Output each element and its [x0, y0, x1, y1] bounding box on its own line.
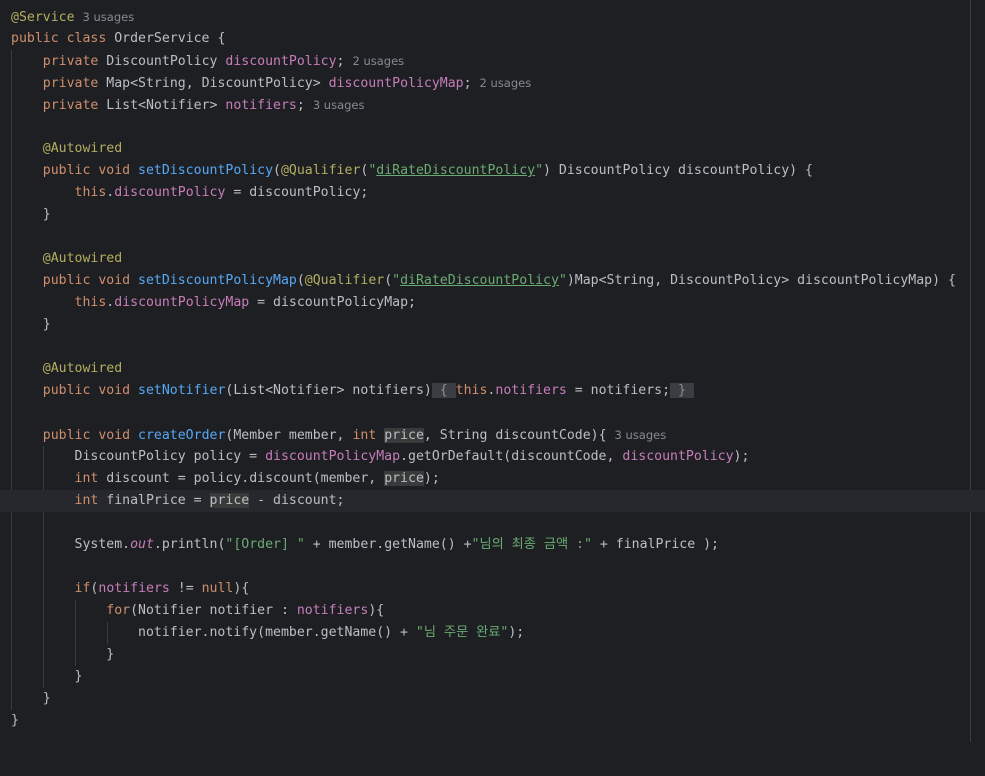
qualifier-annotation: @Qualifier: [304, 273, 385, 288]
code-line[interactable]: }: [0, 204, 985, 226]
service-annotation: @Service: [11, 10, 75, 25]
code-line[interactable]: public void setDiscountPolicy(@Qualifier…: [0, 160, 985, 182]
code-line[interactable]: this.discountPolicy = discountPolicy;: [0, 182, 985, 204]
field-ref: notifiers: [98, 581, 170, 596]
code-line[interactable]: }: [0, 710, 985, 732]
code-line[interactable]: notifier.notify(member.getName() + "님 주문…: [0, 622, 985, 644]
usages-hint[interactable]: 2 usages: [480, 76, 532, 90]
qualifier-annotation: @Qualifier: [280, 163, 361, 178]
usages-hint[interactable]: 2 usages: [353, 54, 405, 68]
code-line[interactable]: System.out.println("[Order] " + member.g…: [0, 534, 985, 556]
qualifier-value-link[interactable]: diRateDiscountPolicy: [400, 273, 559, 288]
usages-hint[interactable]: 3 usages: [83, 10, 135, 24]
code-line[interactable]: }: [0, 666, 985, 688]
autowired-annotation: @Autowired: [42, 141, 123, 156]
method-set-discount-policy: setDiscountPolicy: [138, 163, 274, 178]
autowired-annotation: @Autowired: [42, 251, 123, 266]
code-line[interactable]: public void setNotifier(List<Notifier> n…: [0, 380, 985, 402]
system-out: out: [130, 537, 154, 552]
notify-message-string: "님 주문 완료": [415, 625, 509, 640]
code-line[interactable]: }: [0, 644, 985, 666]
code-line[interactable]: @Autowired: [0, 138, 985, 160]
code-line[interactable]: }: [0, 314, 985, 336]
class-name: OrderService: [114, 31, 210, 46]
usages-hint[interactable]: 3 usages: [615, 428, 667, 442]
usages-hint[interactable]: 3 usages: [313, 98, 365, 112]
autowired-annotation: @Autowired: [42, 361, 123, 376]
code-line[interactable]: private Map<String, DiscountPolicy> disc…: [0, 72, 985, 94]
field-ref: discountPolicy: [622, 449, 734, 464]
code-line[interactable]: }: [0, 688, 985, 710]
print-message-string: "님의 최종 금액 :": [471, 537, 592, 552]
print-prefix-string: "[Order] ": [225, 537, 305, 552]
code-line[interactable]: public void setDiscountPolicyMap(@Qualif…: [0, 270, 985, 292]
code-line[interactable]: int discount = policy.discount(member, p…: [0, 468, 985, 490]
code-line[interactable]: private DiscountPolicy discountPolicy; 2 …: [0, 50, 985, 72]
current-code-line[interactable]: int finalPrice = price - discount;: [0, 490, 985, 512]
code-line[interactable]: @Autowired: [0, 248, 985, 270]
method-set-notifier: setNotifier: [138, 383, 226, 398]
code-editor[interactable]: @Service 3 usages public class OrderServi…: [0, 0, 985, 742]
code-line[interactable]: @Service 3 usages: [0, 6, 985, 28]
field-ref: discountPolicyMap: [265, 449, 401, 464]
field-notifiers: notifiers: [225, 98, 297, 113]
code-line[interactable]: DiscountPolicy policy = discountPolicyMa…: [0, 446, 985, 468]
field-ref: discountPolicy: [114, 185, 226, 200]
method-set-discount-policy-map: setDiscountPolicyMap: [138, 273, 297, 288]
field-ref: notifiers: [495, 383, 567, 398]
field-ref: notifiers: [296, 603, 369, 618]
folded-brace-close[interactable]: }: [670, 383, 694, 398]
qualifier-value-link[interactable]: diRateDiscountPolicy: [376, 163, 535, 178]
code-line[interactable]: @Autowired: [0, 358, 985, 380]
code-line[interactable]: private List<Notifier> notifiers; 3 usage…: [0, 94, 985, 116]
code-line[interactable]: this.discountPolicyMap = discountPolicyM…: [0, 292, 985, 314]
method-create-order: createOrder: [138, 428, 226, 443]
folded-brace-open[interactable]: {: [431, 383, 456, 398]
code-line[interactable]: public void createOrder(Member member, i…: [0, 424, 985, 446]
code-line[interactable]: for(Notifier notifier : notifiers){: [0, 600, 985, 622]
field-ref: discountPolicyMap: [114, 295, 250, 310]
code-line[interactable]: public class OrderService {: [0, 28, 985, 50]
field-discount-policy: discountPolicy: [225, 54, 337, 69]
code-line[interactable]: if(notifiers != null){: [0, 578, 985, 600]
field-discount-policy-map: discountPolicyMap: [328, 76, 464, 91]
